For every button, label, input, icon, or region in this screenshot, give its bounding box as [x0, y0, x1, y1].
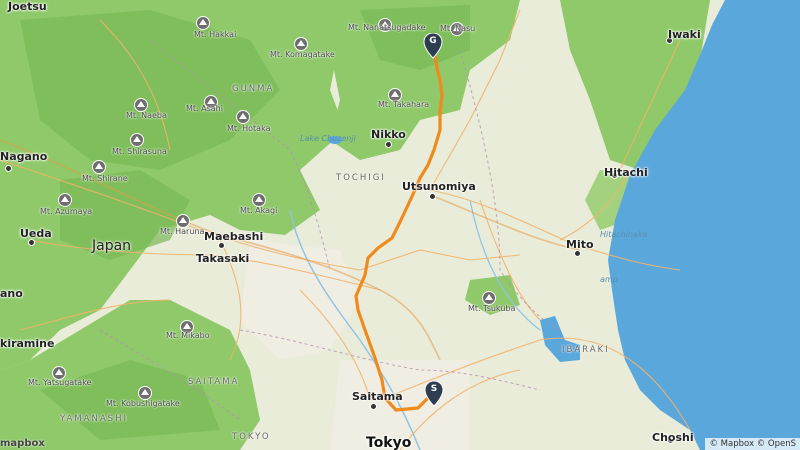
city-label-ano: ano: [0, 287, 23, 300]
water-label-swamp: amp: [600, 275, 618, 284]
city-dot: [574, 250, 581, 257]
goal-marker[interactable]: G: [423, 32, 443, 59]
mountain-label: Mt. Nasu: [440, 24, 476, 33]
city-label-nikko: Nikko: [371, 128, 406, 141]
city-label-utsunomiya: Utsunomiya: [402, 180, 476, 193]
city-dot: [218, 242, 225, 249]
mountain-label: Mt. Mikabo: [166, 331, 210, 340]
goal-marker-label: G: [429, 36, 437, 46]
city-label-hitachi: Hitachi: [604, 166, 648, 179]
start-marker[interactable]: S: [424, 380, 444, 407]
peak-icon: [294, 37, 308, 51]
mountain-label: Mt. Asahi: [186, 104, 223, 113]
city-label-saitama: Saitama: [352, 390, 403, 403]
peak-icon: [482, 291, 496, 305]
water-label-hitachinaka: Hitachinaka: [600, 230, 648, 239]
city-dot: [429, 193, 436, 200]
mountain-label: Mt. Komagatake: [270, 50, 335, 59]
city-label-kiramine: kiramine: [0, 337, 55, 350]
peak-icon: [134, 98, 148, 112]
city-label-ueda: Ueda: [20, 227, 52, 240]
mountain-label: Mt. Shirane: [82, 174, 128, 183]
start-marker-label: S: [430, 384, 438, 394]
mountain-label: Mt. Nanatsugadake: [348, 23, 426, 32]
attribution[interactable]: © Mapbox © OpenS: [705, 438, 800, 450]
peak-icon: [130, 133, 144, 147]
mountain-label: Mt. Hotaka: [227, 124, 271, 133]
route-layer: [354, 53, 444, 412]
peak-icon: [252, 193, 266, 207]
map-canvas[interactable]: Joetsu Nagano Ueda Nikko Utsunomiya Maeb…: [0, 0, 800, 450]
peak-icon: [58, 193, 72, 207]
city-dot: [28, 239, 35, 246]
mountain-label: Mt. Akagi: [240, 206, 278, 215]
peak-icon: [236, 110, 250, 124]
mountain-label: Mt. Takahara: [378, 100, 430, 109]
water-label-lake-chuzenji: Lake Chuzenji: [300, 134, 356, 143]
mountain-label: Mt. Naeba: [126, 111, 167, 120]
pref-label-yamanashi: YAMANASHI: [60, 414, 128, 424]
mountain-label: Mt. Kobushigatake: [106, 399, 180, 408]
city-label-nagano: Nagano: [0, 150, 48, 163]
city-label-iwaki: Iwaki: [668, 28, 701, 41]
peak-icon: [92, 160, 106, 174]
peak-icon: [196, 16, 210, 30]
pref-label-gunma: GUNMA: [232, 84, 275, 94]
pref-label-saitama: SAITAMA: [188, 377, 240, 387]
city-label-mito: Mito: [566, 238, 594, 251]
mountain-label: Mt. Yatsugatake: [28, 378, 92, 387]
city-dot: [5, 165, 12, 172]
mountain-label: Mt. Haruna: [160, 227, 205, 236]
mountain-label: Mt. Azumaya: [40, 207, 93, 216]
city-label-tokyo: Tokyo: [366, 435, 412, 450]
city-label-takasaki: Takasaki: [196, 252, 250, 265]
pref-label-tokyo: TOKYO: [232, 432, 271, 442]
mountain-label: Mt. Shirasuna: [112, 147, 167, 156]
pref-label-tochigi: TOCHIGI: [336, 173, 386, 183]
city-label-choshi: Choshi: [652, 431, 694, 444]
peak-icon: [138, 386, 152, 400]
city-label-maebashi: Maebashi: [204, 230, 264, 243]
country-label-japan: Japan: [92, 238, 132, 254]
city-dot: [385, 141, 392, 148]
city-dot: [370, 403, 377, 410]
mapbox-logo[interactable]: mapbox: [0, 438, 45, 449]
pref-label-ibaraki: IBARAKI: [562, 345, 610, 355]
peak-icon: [176, 214, 190, 228]
city-label-joetsu: Joetsu: [8, 0, 47, 13]
mountain-label: Mt. Hakkai: [194, 30, 237, 39]
mountain-label: Mt. Tsukuba: [468, 304, 516, 313]
